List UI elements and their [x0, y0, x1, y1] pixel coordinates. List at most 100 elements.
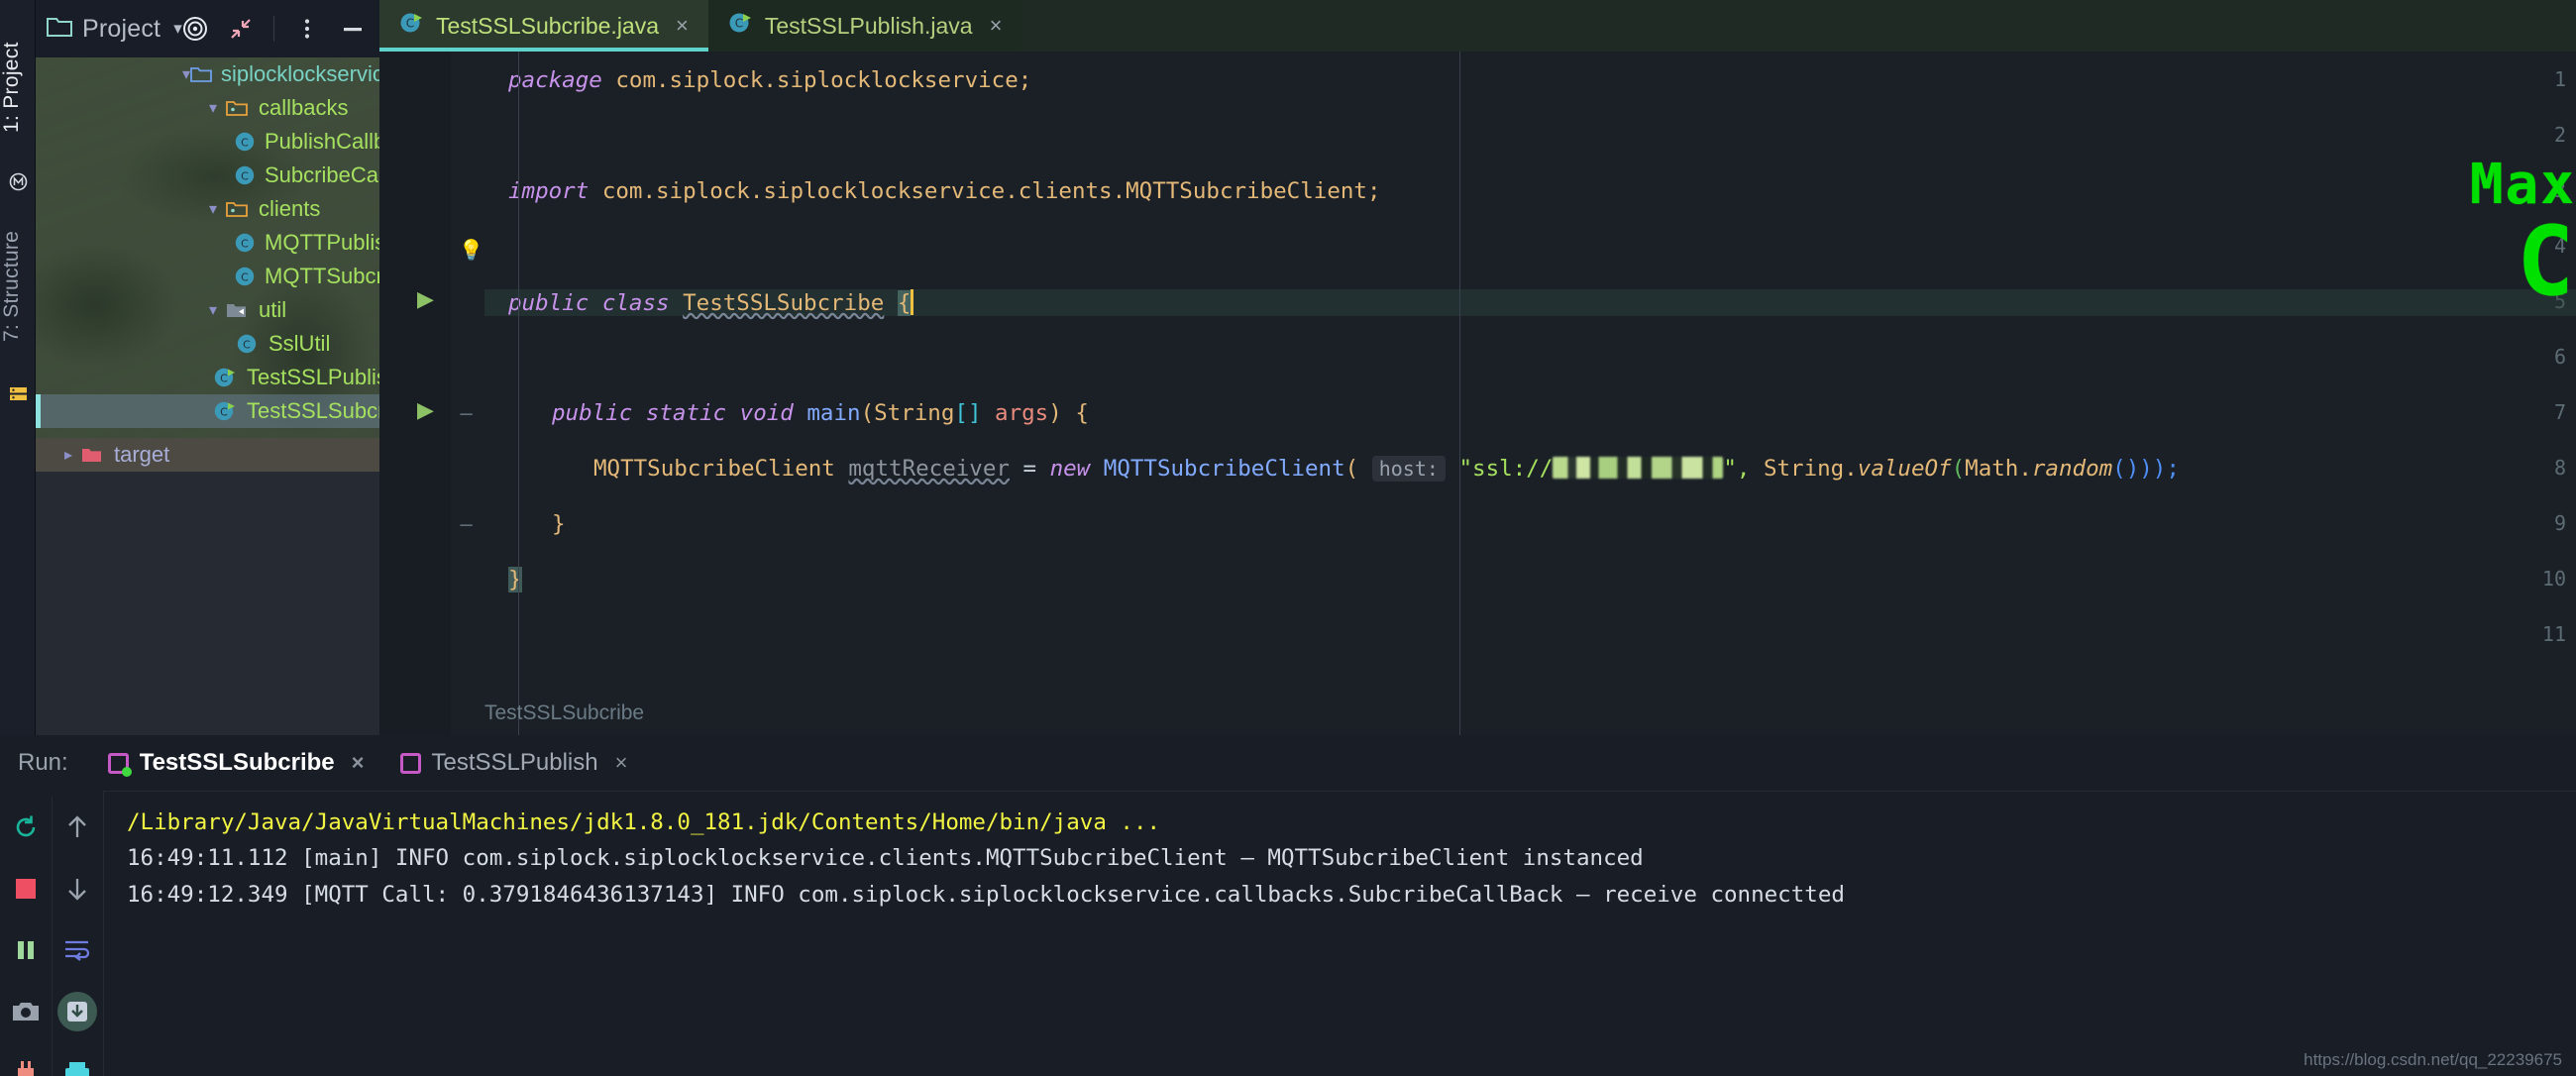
tree-item-label: TestSSLPublish: [247, 365, 379, 390]
scroll-to-end-icon[interactable]: [52, 981, 103, 1042]
tree-item-label: target: [114, 442, 169, 468]
svg-text:C: C: [406, 17, 414, 31]
camera-icon[interactable]: [0, 981, 52, 1042]
maven-circle-icon[interactable]: [9, 172, 28, 191]
tree-item-target[interactable]: ▸ target: [36, 438, 379, 472]
intention-bulb-icon[interactable]: 💡: [459, 238, 483, 263]
close-icon[interactable]: ×: [615, 750, 628, 776]
run-toolbar-col-1: [0, 797, 52, 1076]
tree-item-label: PublishCallback: [265, 129, 379, 155]
code-line-5: public class TestSSLSubcribe {: [484, 289, 2576, 316]
tree-item-label: MQTTSubcribeClient: [265, 264, 379, 289]
tree-item-util[interactable]: ▾ util: [36, 293, 379, 327]
close-brace: }: [508, 567, 522, 592]
tree-item-label: SubcribeCallBack: [265, 162, 379, 188]
tree-item-mqttsubcribeclient[interactable]: C MQTTSubcribeClient: [36, 260, 379, 293]
sidebar-item-structure[interactable]: 7: Structure: [0, 194, 36, 378]
close-brace: }: [552, 511, 566, 537]
folder-excluded-icon: [79, 446, 105, 464]
tree-item-clients[interactable]: ▾ clients: [36, 192, 379, 226]
paren-close: ): [1048, 400, 1062, 426]
plug-disconnect-icon[interactable]: [0, 1042, 52, 1076]
hide-icon[interactable]: [340, 16, 366, 42]
run-gutter-icon[interactable]: ▶: [417, 397, 434, 423]
up-arrow-icon[interactable]: [52, 797, 103, 858]
ide-window: 1: Project 7: Structure: [0, 0, 2576, 1076]
run-config-icon: [108, 753, 129, 774]
soft-wrap-icon[interactable]: [52, 919, 103, 981]
close-icon[interactable]: ×: [990, 13, 1003, 39]
editor-gutter[interactable]: [379, 52, 451, 735]
project-tree-footer: ▸ target: [36, 438, 379, 735]
rerun-icon[interactable]: [0, 797, 52, 858]
pause-icon[interactable]: [0, 919, 52, 981]
tab-testsslpublish-java[interactable]: C TestSSLPublish.java ×: [708, 0, 1022, 52]
run-gutter-icon[interactable]: ▶: [417, 286, 434, 312]
tree-item-subcribecallback[interactable]: C SubcribeCallBack: [36, 159, 379, 192]
console-line: 16:49:12.349 [MQTT Call: 0.3791846436137…: [127, 877, 2576, 913]
tree-item-callbacks[interactable]: ▾ callbacks: [36, 91, 379, 125]
stop-icon[interactable]: [0, 858, 52, 919]
tree-item-publishcallback[interactable]: C PublishCallback: [36, 125, 379, 159]
run-tab-testsslsubcribe[interactable]: TestSSLSubcribe ×: [90, 749, 382, 777]
folder-package-icon: [224, 99, 250, 117]
code-content[interactable]: package com.siplock.siplocklockservice; …: [484, 52, 2576, 735]
chevron-down-icon[interactable]: ▾: [202, 199, 224, 219]
chevron-down-icon[interactable]: ▾: [202, 98, 224, 118]
svg-text:C: C: [241, 170, 249, 183]
code-line-9: }: [552, 511, 566, 537]
class-icon: C: [234, 232, 256, 254]
tree-item-testsslsubcribe[interactable]: C TestSSLSubcribe: [36, 394, 379, 428]
sidebar-item-project[interactable]: 1: Project: [0, 8, 36, 166]
folder-package-icon: [224, 200, 250, 218]
keyword-public-static-void: public static void: [552, 400, 794, 426]
string-literal-suffix: ",: [1723, 456, 1750, 482]
closing-parens: ()));: [2112, 456, 2180, 482]
class-icon: C: [234, 131, 256, 153]
tree-item-mqttpublishclient[interactable]: C MQTTPublishClient: [36, 226, 379, 260]
breadcrumb[interactable]: TestSSLSubcribe: [484, 701, 644, 725]
sidebar-item-structure-label: 7: Structure: [0, 231, 23, 342]
project-panel-header: Project ▾: [36, 0, 379, 57]
code-line-1: package com.siplock.siplocklockservice;: [508, 67, 1031, 93]
down-arrow-icon[interactable]: [52, 858, 103, 919]
indent-guide: [518, 52, 519, 735]
import-path: com.siplock.siplocklockservice.clients.M…: [602, 178, 1381, 204]
tree-item-siplocklockservice[interactable]: ▾ siplocklockservice: [36, 57, 379, 91]
chevron-right-icon[interactable]: ▸: [57, 445, 79, 465]
svg-text:C: C: [241, 271, 249, 284]
type-mqttsubcribeclient: MQTTSubcribeClient: [593, 456, 835, 482]
chevron-down-icon[interactable]: ▾: [173, 19, 182, 39]
tab-testsslsubcribe-java[interactable]: C TestSSLSubcribe.java ×: [379, 0, 708, 52]
package-name: com.siplock.siplocklockservice;: [615, 67, 1031, 93]
chevron-down-icon[interactable]: ▾: [202, 300, 224, 320]
fold-minus-icon[interactable]: ⚊: [459, 400, 474, 420]
class-icon: C: [234, 164, 256, 186]
folder-icon: [46, 15, 73, 44]
collapse-arrows-icon[interactable]: [228, 16, 254, 42]
tab-label: TestSSLPublish.java: [765, 13, 973, 40]
method-name-main: main: [806, 400, 860, 426]
print-icon[interactable]: [52, 1042, 103, 1076]
svg-text:C: C: [241, 137, 249, 150]
close-icon[interactable]: ×: [676, 13, 689, 39]
text-caret: [911, 289, 913, 315]
svg-text:C: C: [220, 406, 228, 419]
page-watermark: https://blog.csdn.net/qq_22239675: [2304, 1050, 2562, 1070]
more-options-icon[interactable]: [294, 16, 320, 42]
run-tab-bar: Run: TestSSLSubcribe × TestSSLPublish ×: [0, 735, 2576, 791]
tree-item-testsslpublish[interactable]: C TestSSLPublish: [36, 361, 379, 394]
structure-icon[interactable]: [9, 384, 28, 403]
fold-end-icon[interactable]: ⚊: [459, 511, 474, 531]
chevron-down-icon[interactable]: ▾: [182, 64, 190, 84]
code-editor[interactable]: 1 2 3 4 5 6 7 8 9 10 11 ▶ ▶ 💡 ⚊ ⚊ packag…: [379, 52, 2576, 735]
close-icon[interactable]: ×: [352, 750, 365, 776]
editor-fold-gutter[interactable]: [451, 52, 484, 735]
target-icon[interactable]: [182, 16, 208, 42]
string-literal-prefix: "ssl://: [1458, 456, 1553, 482]
tree-item-sslutil[interactable]: C SslUtil: [36, 327, 379, 361]
console-output[interactable]: /Library/Java/JavaVirtualMachines/jdk1.8…: [103, 791, 2576, 1076]
type-math-ref: Math.: [1965, 456, 2032, 482]
assign-operator: =: [1023, 456, 1037, 482]
run-tab-testsslpublish[interactable]: TestSSLPublish ×: [382, 749, 646, 777]
